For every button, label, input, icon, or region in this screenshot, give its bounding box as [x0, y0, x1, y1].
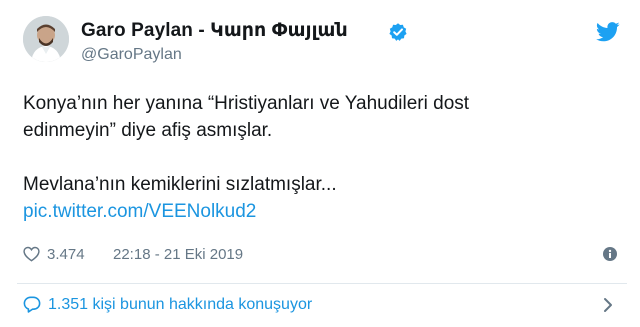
- tweet-media-link[interactable]: pic.twitter.com/VEENolkud2: [23, 201, 256, 222]
- twitter-bird-icon[interactable]: [596, 22, 620, 42]
- verified-badge-icon: [389, 23, 407, 41]
- avatar[interactable]: [23, 16, 69, 62]
- chevron-right-icon: [604, 298, 612, 312]
- conversation-link[interactable]: 1.351 kişi bunun hakkında konuşuyor: [23, 294, 620, 316]
- heart-icon[interactable]: [23, 246, 40, 262]
- embedded-tweet-card: Garo Paylan - Կարո Փայլան @GaroPaylan Ko…: [0, 0, 640, 327]
- tweet-text: Konya’nın her yanına “Hristiyanları ve Y…: [23, 90, 583, 225]
- tweet-timestamp[interactable]: 22:18 - 21 Eki 2019: [113, 246, 243, 263]
- info-icon[interactable]: [603, 247, 617, 261]
- tweet-line: edinmeyin” diye afiş asmışlar.: [23, 120, 273, 141]
- author-handle[interactable]: @GaroPaylan: [81, 46, 182, 64]
- tweet-meta: 3.474 22:18 - 21 Eki 2019: [23, 245, 620, 265]
- reply-bubble-icon: [23, 296, 41, 313]
- tweet-line: Konya’nın her yanına “Hristiyanları ve Y…: [23, 93, 470, 114]
- divider: [17, 283, 627, 284]
- conversation-count-text: 1.351 kişi bunun hakkında konuşuyor: [48, 296, 313, 313]
- avatar-image: [23, 16, 69, 62]
- like-count[interactable]: 3.474: [47, 246, 85, 263]
- author-display-name[interactable]: Garo Paylan - Կարո Փայլան: [81, 19, 348, 42]
- tweet-line: Mevlana’nın kemiklerini sızlatmışlar...: [23, 174, 337, 195]
